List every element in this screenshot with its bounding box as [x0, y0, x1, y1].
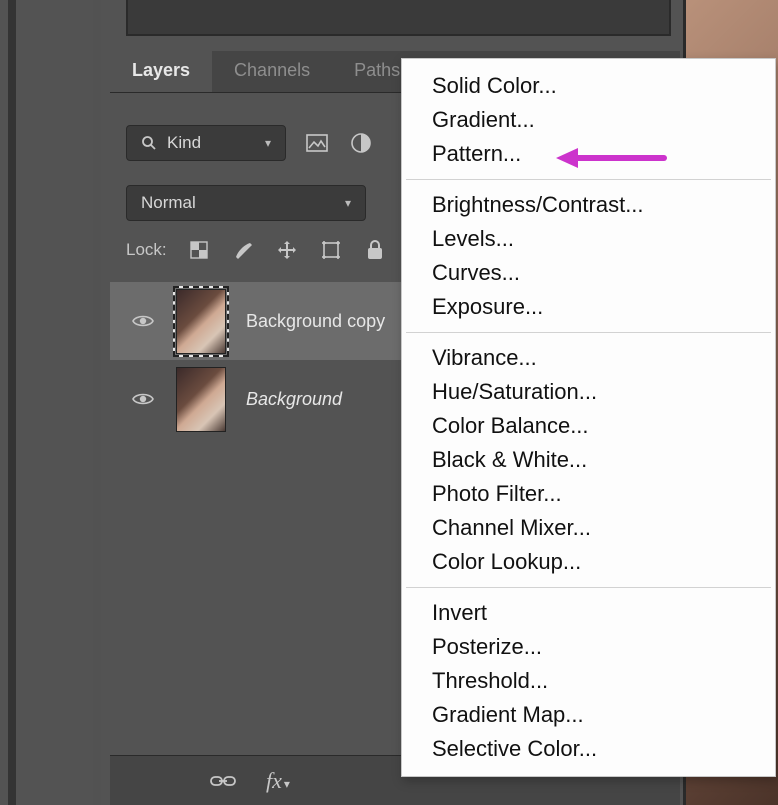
- menu-photo-filter[interactable]: Photo Filter...: [402, 477, 775, 511]
- preview-well: [126, 0, 671, 36]
- chevron-down-icon: ▾: [265, 136, 271, 150]
- menu-levels[interactable]: Levels...: [402, 222, 775, 256]
- layer-name: Background copy: [246, 311, 385, 332]
- menu-gradient-map[interactable]: Gradient Map...: [402, 698, 775, 732]
- menu-color-balance[interactable]: Color Balance...: [402, 409, 775, 443]
- layer-thumbnail[interactable]: [176, 367, 226, 432]
- chevron-down-icon: ▾: [345, 196, 351, 210]
- menu-channel-mixer[interactable]: Channel Mixer...: [402, 511, 775, 545]
- menu-vibrance[interactable]: Vibrance...: [402, 341, 775, 375]
- menu-invert[interactable]: Invert: [402, 596, 775, 630]
- menu-black-white[interactable]: Black & White...: [402, 443, 775, 477]
- layer-fx-icon[interactable]: fx▾: [266, 768, 288, 794]
- menu-gradient[interactable]: Gradient...: [402, 103, 775, 137]
- link-layers-icon[interactable]: [210, 773, 236, 789]
- filter-adjustment-icon[interactable]: [348, 130, 374, 156]
- lock-position-icon[interactable]: [275, 238, 299, 262]
- menu-posterize[interactable]: Posterize...: [402, 630, 775, 664]
- tab-layers[interactable]: Layers: [110, 51, 212, 92]
- filter-kind-label: Kind: [167, 133, 201, 153]
- menu-separator: [406, 587, 771, 588]
- menu-separator: [406, 332, 771, 333]
- layer-thumbnail[interactable]: [176, 289, 226, 354]
- lock-transparency-icon[interactable]: [187, 238, 211, 262]
- menu-color-lookup[interactable]: Color Lookup...: [402, 545, 775, 579]
- blend-mode-select[interactable]: Normal ▾: [126, 185, 366, 221]
- visibility-icon[interactable]: [130, 313, 156, 329]
- window-edge-inner: [93, 0, 101, 805]
- menu-pattern[interactable]: Pattern...: [402, 137, 775, 171]
- menu-solid-color[interactable]: Solid Color...: [402, 69, 775, 103]
- lock-all-icon[interactable]: [363, 238, 387, 262]
- tab-channels[interactable]: Channels: [212, 51, 332, 92]
- filter-pixel-icon[interactable]: [304, 130, 330, 156]
- layer-name: Background: [246, 389, 342, 410]
- menu-selective-color[interactable]: Selective Color...: [402, 732, 775, 766]
- lock-artboard-icon[interactable]: [319, 238, 343, 262]
- new-fill-adjustment-menu: Solid Color... Gradient... Pattern... Br…: [401, 58, 776, 777]
- blend-mode-label: Normal: [141, 193, 196, 213]
- menu-curves[interactable]: Curves...: [402, 256, 775, 290]
- menu-exposure[interactable]: Exposure...: [402, 290, 775, 324]
- lock-paint-icon[interactable]: [231, 238, 255, 262]
- lock-label: Lock:: [126, 240, 167, 260]
- menu-threshold[interactable]: Threshold...: [402, 664, 775, 698]
- menu-brightness-contrast[interactable]: Brightness/Contrast...: [402, 188, 775, 222]
- window-edge-left: [8, 0, 16, 805]
- filter-kind-select[interactable]: Kind ▾: [126, 125, 286, 161]
- menu-hue-saturation[interactable]: Hue/Saturation...: [402, 375, 775, 409]
- menu-separator: [406, 179, 771, 180]
- visibility-icon[interactable]: [130, 391, 156, 407]
- search-icon: [141, 135, 157, 151]
- lock-row: Lock:: [126, 238, 387, 262]
